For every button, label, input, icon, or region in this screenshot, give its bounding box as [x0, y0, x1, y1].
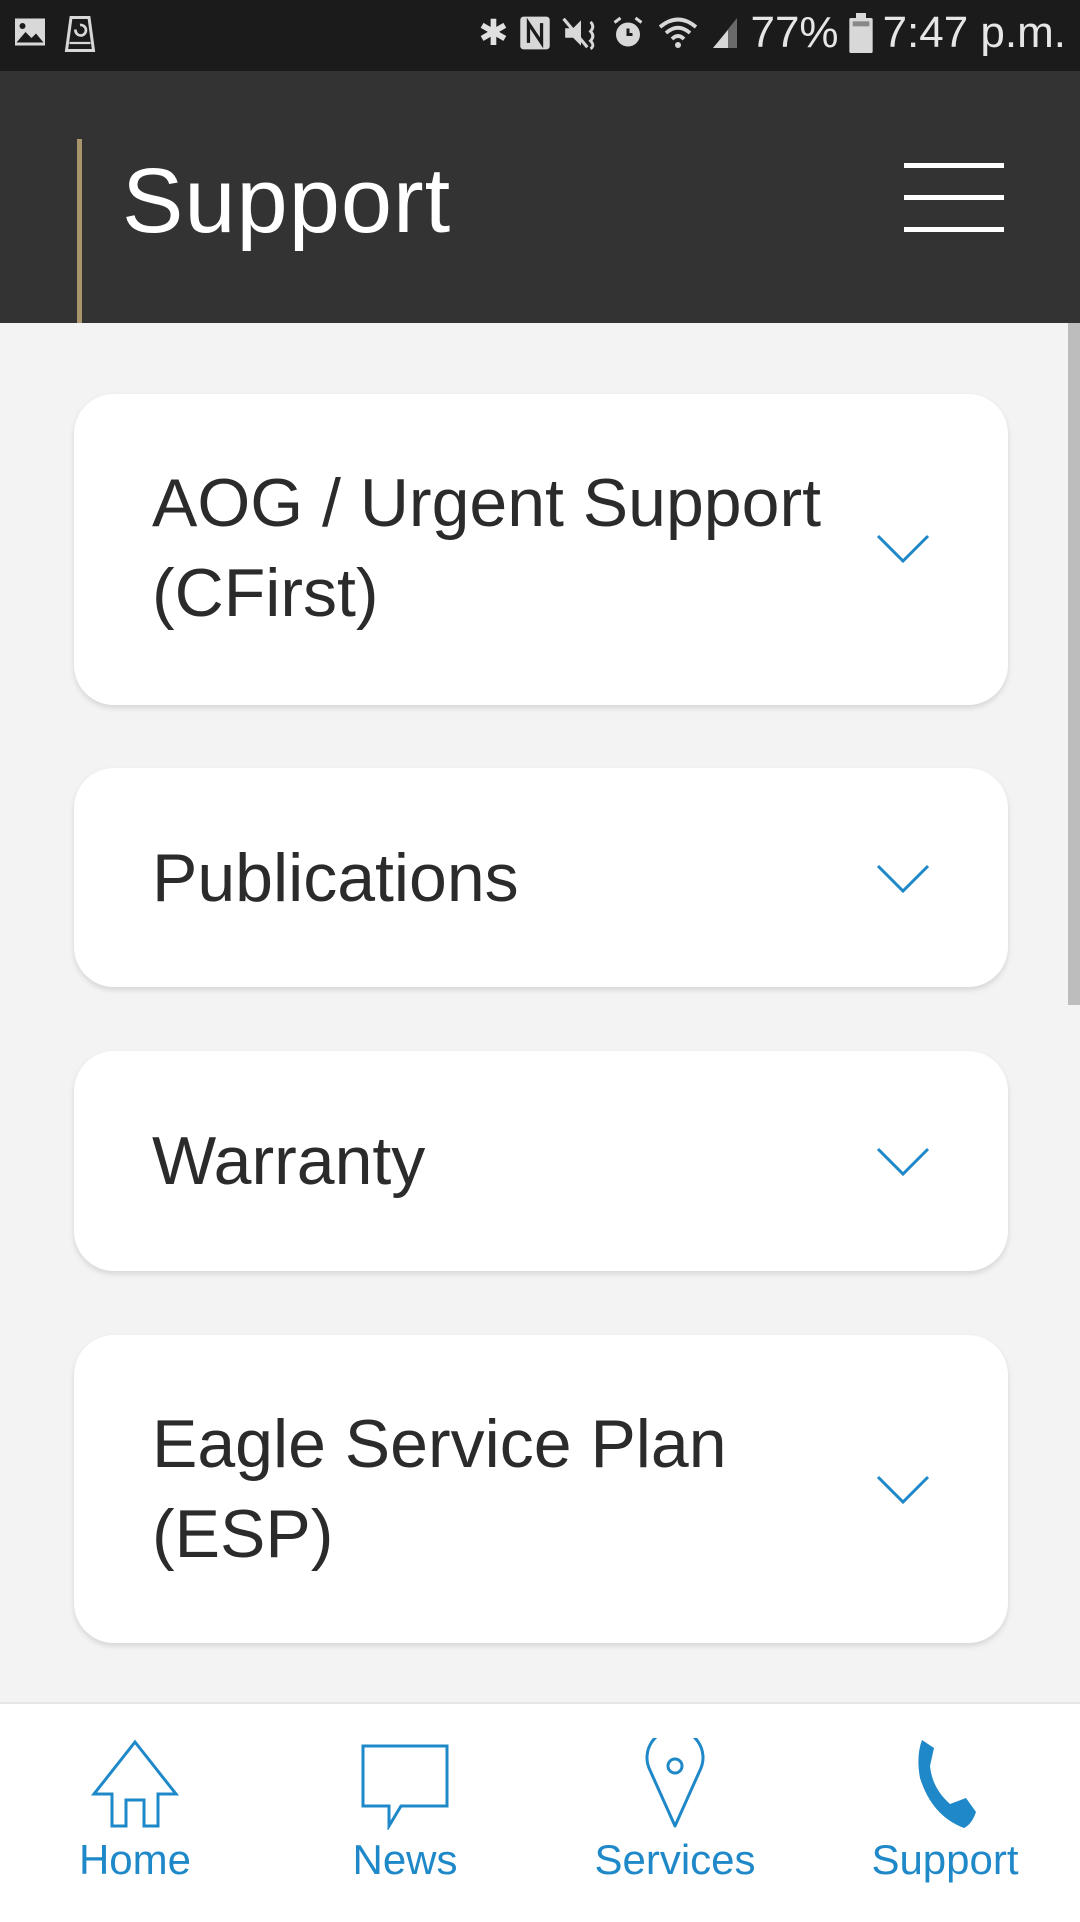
bottom-navigation: Home News Services Support — [0, 1702, 1080, 1922]
clock: 7:47 p.m. — [882, 8, 1066, 57]
accordion-item-eagle-service-plan[interactable]: Eagle Service Plan (ESP) — [74, 1335, 1008, 1643]
chevron-down-icon — [876, 1147, 930, 1177]
nfc-icon — [520, 16, 551, 50]
accordion-item-label: Warranty — [152, 1123, 426, 1199]
title-accent-bar — [77, 139, 82, 323]
support-accordion-list: AOG / Urgent Support (CFirst) Publicatio… — [0, 323, 1080, 1703]
accordion-item-publications[interactable]: Publications — [74, 768, 1008, 987]
chevron-down-icon — [876, 864, 930, 894]
nav-item-services[interactable]: Services — [540, 1704, 810, 1922]
status-bar: ✱ 77% 7:47 p.m. — [0, 0, 1080, 71]
phone-icon — [918, 1740, 976, 1828]
alarm-icon — [614, 16, 643, 47]
chevron-down-icon — [876, 534, 930, 564]
nav-label: Services — [594, 1836, 756, 1883]
battery-percent: 77% — [750, 8, 839, 57]
nav-label: Home — [78, 1836, 192, 1883]
scrollbar[interactable] — [1068, 323, 1080, 1005]
accordion-item-label: AOG / Urgent Support (CFirst) — [152, 465, 821, 631]
nav-item-news[interactable]: News — [270, 1704, 540, 1922]
accordion-item-warranty[interactable]: Warranty — [74, 1051, 1008, 1271]
speech-bubble-icon — [361, 1744, 449, 1830]
image-icon — [15, 18, 45, 46]
nav-item-support[interactable]: Support — [810, 1704, 1080, 1922]
nav-label: Support — [871, 1836, 1019, 1883]
accordion-item-label: Publications — [152, 840, 519, 916]
battery-icon — [848, 13, 873, 53]
nav-item-home[interactable]: Home — [0, 1704, 270, 1922]
page-title: Support — [122, 150, 452, 252]
accordion-item-aog-urgent-support[interactable]: AOG / Urgent Support (CFirst) — [74, 394, 1008, 705]
location-pin-icon — [645, 1738, 705, 1828]
signal-icon — [713, 18, 738, 48]
storage-sync-icon — [64, 16, 96, 52]
wifi-icon — [659, 17, 698, 48]
chevron-down-icon — [876, 1475, 930, 1505]
menu-button[interactable] — [904, 163, 1004, 233]
accordion-item-label: Eagle Service Plan (ESP) — [152, 1406, 727, 1572]
bluetooth-icon: ✱ — [478, 12, 509, 53]
vibrate-mute-icon — [562, 17, 595, 51]
home-icon — [90, 1739, 180, 1828]
nav-label: News — [352, 1836, 458, 1883]
app-header: Support — [0, 71, 1080, 323]
